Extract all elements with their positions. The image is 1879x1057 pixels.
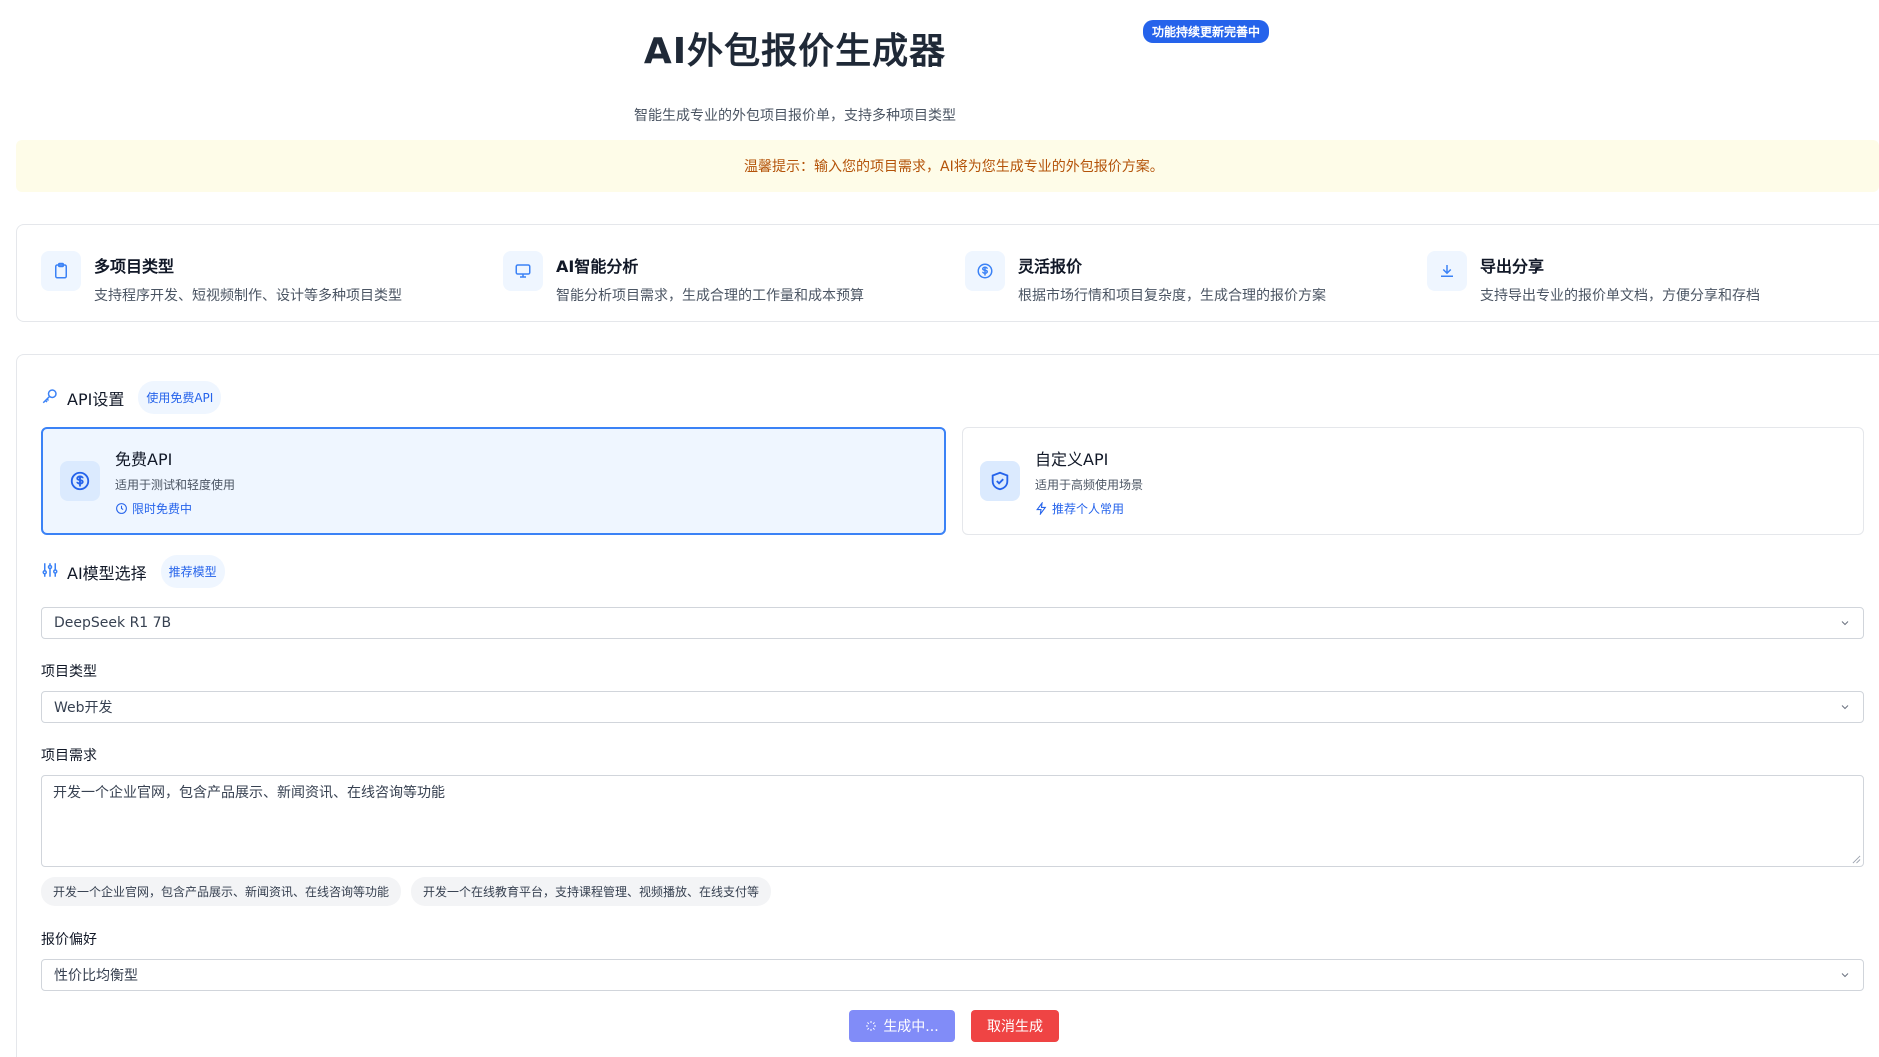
api-option-title: 自定义API: [1035, 449, 1109, 469]
cancel-generate-button[interactable]: 取消生成: [971, 1010, 1059, 1042]
preference-label: 报价偏好: [41, 932, 97, 948]
project-type-value: Web开发: [54, 700, 113, 716]
example-chip[interactable]: 开发一个企业官网，包含产品展示、新闻资讯、在线咨询等功能: [41, 877, 402, 906]
title-row: AI外包报价生成器: [0, 22, 1590, 74]
model-select-value: DeepSeek R1 7B: [54, 615, 172, 631]
api-option-title: 免费API: [115, 449, 173, 469]
quote-form: API设置 使用免费API 免费API 适用于测试和轻度使用 限时免费中 自定义…: [16, 354, 1879, 1057]
example-chip[interactable]: 开发一个在线教育平台，支持课程管理、视频播放、在线支付等: [411, 877, 772, 906]
example-chips: 开发一个企业官网，包含产品展示、新闻资讯、在线咨询等功能 开发一个在线教育平台，…: [41, 877, 781, 906]
chevron-down-icon: [1841, 973, 1849, 978]
requirements-label: 项目需求: [41, 748, 97, 764]
dollar-circle-icon: [965, 251, 1005, 291]
api-option-hint-text: 推荐个人常用: [1052, 501, 1125, 516]
download-icon: [1427, 251, 1467, 291]
requirements-value: 开发一个企业官网，包含产品展示、新闻资讯、在线咨询等功能: [53, 785, 445, 801]
custom-api-option[interactable]: 自定义API 适用于高频使用场景 推荐个人常用: [962, 427, 1864, 535]
generate-button[interactable]: 生成中...: [849, 1010, 955, 1042]
api-settings-header: API设置 使用免费API: [41, 381, 222, 414]
feature-multi-type: 多项目类型 支持程序开发、短视频制作、设计等多种项目类型: [41, 251, 402, 305]
dollar-circle-icon: [60, 461, 100, 501]
features-card: 多项目类型 支持程序开发、短视频制作、设计等多种项目类型 AI智能分析 智能分析…: [16, 224, 1879, 322]
project-type-label: 项目类型: [41, 664, 97, 680]
feature-title: AI智能分析: [556, 257, 639, 276]
update-badge: 功能持续更新完善中: [1143, 20, 1270, 43]
lightning-icon: [1036, 501, 1047, 515]
tip-text: 温馨提示：输入您的项目需求，AI将为您生成专业的外包报价方案。: [744, 159, 1164, 175]
api-option-hint: 推荐个人常用: [1035, 500, 1143, 517]
clipboard-icon: [41, 251, 81, 291]
model-select-header: AI模型选择 推荐模型: [41, 555, 225, 588]
key-icon: [41, 387, 59, 409]
recommended-model-pill: 推荐模型: [160, 555, 225, 588]
preference-value: 性价比均衡型: [54, 968, 138, 984]
free-api-option[interactable]: 免费API 适用于测试和轻度使用 限时免费中: [41, 427, 946, 535]
api-option-desc: 适用于高频使用场景: [1035, 477, 1144, 492]
spinner-icon: [866, 1021, 877, 1031]
feature-desc: 根据市场行情和项目复杂度，生成合理的报价方案: [1018, 288, 1326, 304]
api-mode-pill: 使用免费API: [138, 381, 222, 414]
api-option-desc: 适用于测试和轻度使用: [115, 477, 236, 492]
requirements-textarea[interactable]: 开发一个企业官网，包含产品展示、新闻资讯、在线咨询等功能: [41, 775, 1864, 867]
feature-flexible-quote: 灵活报价 根据市场行情和项目复杂度，生成合理的报价方案: [965, 251, 1326, 305]
api-option-hint-text: 限时免费中: [132, 501, 193, 516]
chevron-down-icon: [1841, 621, 1849, 626]
cancel-button-label: 取消生成: [987, 1019, 1043, 1035]
chevron-down-icon: [1841, 705, 1849, 710]
feature-desc: 智能分析项目需求，生成合理的工作量和成本预算: [556, 288, 864, 304]
monitor-icon: [503, 251, 543, 291]
feature-desc: 支持导出专业的报价单文档，方便分享和存档: [1480, 288, 1760, 304]
page-title: AI外包报价生成器: [643, 31, 947, 72]
api-option-hint: 限时免费中: [115, 500, 235, 517]
feature-ai-analysis: AI智能分析 智能分析项目需求，生成合理的工作量和成本预算: [503, 251, 864, 305]
model-select[interactable]: DeepSeek R1 7B: [41, 607, 1864, 639]
feature-title: 灵活报价: [1018, 257, 1083, 276]
sliders-icon: [41, 561, 59, 583]
feature-export-share: 导出分享 支持导出专业的报价单文档，方便分享和存档: [1427, 251, 1760, 305]
feature-title: 多项目类型: [94, 257, 175, 276]
clock-icon: [116, 502, 127, 514]
preference-select[interactable]: 性价比均衡型: [41, 959, 1864, 991]
section-title: API设置: [67, 389, 125, 409]
project-type-select[interactable]: Web开发: [41, 691, 1864, 723]
tip-banner: 温馨提示：输入您的项目需求，AI将为您生成专业的外包报价方案。: [16, 140, 1879, 192]
generate-button-label: 生成中...: [883, 1019, 939, 1035]
page-subtitle: 智能生成专业的外包项目报价单，支持多种项目类型: [634, 108, 956, 124]
feature-title: 导出分享: [1480, 257, 1545, 276]
resize-handle-icon[interactable]: [1852, 855, 1861, 864]
shield-check-icon: [980, 461, 1020, 501]
section-title: AI模型选择: [67, 563, 147, 583]
feature-desc: 支持程序开发、短视频制作、设计等多种项目类型: [94, 288, 402, 304]
